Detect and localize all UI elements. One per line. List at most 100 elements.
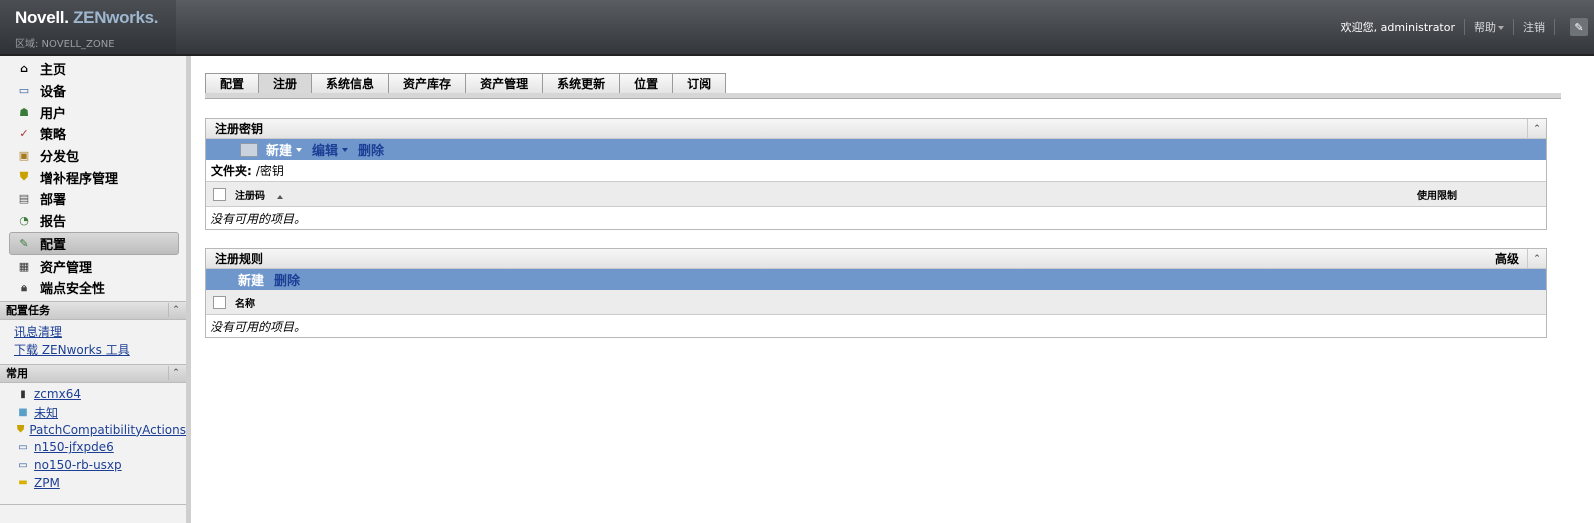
monitor-icon: ▭ [18,84,30,98]
favorites-title: 常用 [6,367,28,381]
favorite-item: ⛊ PatchCompatibilityActions [0,421,186,439]
nav-item-home[interactable]: ⌂ 主页 [0,58,186,80]
task-link-download-tools[interactable]: 下载 ZENworks 工具 [0,341,186,359]
deploy-icon: ▤ [18,192,30,206]
tab-system-info[interactable]: 系统信息 [311,73,389,94]
users-icon: ☗ [19,105,29,119]
favorite-link-zcmx64[interactable]: zcmx64 [34,387,81,401]
chevron-down-icon [296,147,303,152]
rules-toolbar: 新建 删除 [206,269,1546,290]
favorites-list: ▮ zcmx64 ■ 未知 ⛊ PatchCompatibilityActions ▭… [0,383,186,492]
panel-title: 注册规则 [215,252,264,266]
column-name[interactable]: 名称 [235,295,255,310]
tab-asset-inventory[interactable]: 资产库存 [388,73,466,94]
tab-system-updates[interactable]: 系统更新 [542,73,620,94]
column-registration-code[interactable]: 注册码 [235,187,283,202]
config-tasks-list: 讯息清理 下载 ZENworks 工具 [0,320,186,364]
wrench-icon[interactable]: ✎ [1570,18,1588,36]
new-button[interactable]: 新建 [266,140,303,159]
registration-rules-panel: 注册规则 高级 ⌃ 新建 删除 名称 没有可用的项目。 [205,248,1547,338]
tab-registration[interactable]: 注册 [258,73,312,94]
empty-message: 没有可用的项目。 [210,319,307,334]
favorites-header: 常用 ⌃ [0,363,186,383]
favorite-item: ▭ no150-rb-usxp [0,456,186,474]
tab-configuration[interactable]: 配置 [205,73,259,94]
folder-path[interactable]: /密钥 [256,162,284,179]
bundle-icon: ▣ [18,149,30,163]
monitor-icon: ▭ [18,441,28,453]
nav-item-asset-management[interactable]: ▦ 资产管理 [0,255,186,277]
collapse-icon[interactable]: ⌃ [168,366,183,381]
keys-toolbar: 新建 编辑 删除 [206,139,1546,160]
select-all-checkbox[interactable] [213,295,226,309]
tab-asset-management[interactable]: 资产管理 [465,73,543,94]
main-nav: ⌂ 主页 ▭ 设备 ☗ 用户 ✓ 策略 ▣ 分发包 ⛊ 增补程序管理 ▤ 部署 ◔ 报告 ✎ 配置… [0,56,186,299]
nav-item-policies[interactable]: ✓ 策略 [0,123,186,145]
sidebar-bottom-divider [0,504,186,505]
novell-logo[interactable]: Novell. ZENworks. [15,8,159,28]
app-header: Novell. ZENworks. 区域: NOVELL_ZONE 欢迎您, a… [0,0,1594,56]
nav-item-devices[interactable]: ▭ 设备 [0,80,186,102]
nav-item-bundles[interactable]: ▣ 分发包 [0,145,186,167]
monitor-icon: ▭ [18,459,28,471]
help-menu[interactable]: 帮助 [1474,19,1504,35]
rules-column-header: 名称 [206,290,1546,315]
task-link-message-cleanup[interactable]: 讯息清理 [0,323,186,341]
config-tasks-header: 配置任务 ⌃ [0,300,186,320]
advanced-link[interactable]: 高级 [1495,250,1519,267]
favorite-item: ▬ ZPM [0,474,186,492]
delete-button[interactable]: 删除 [274,270,300,289]
folder-label: 文件夹: [211,164,252,178]
nav-item-users[interactable]: ☗ 用户 [0,101,186,123]
select-all-checkbox[interactable] [213,187,226,201]
favorite-link-unknown[interactable]: 未知 [34,404,58,421]
policy-icon: ✓ [19,127,29,141]
nav-item-endpoint-security[interactable]: 🔒︎ 端点安全性 [0,277,186,299]
cube-icon: ■ [18,406,28,418]
chevron-down-icon [342,147,349,152]
folder-icon: ▬ [18,477,28,489]
edit-button[interactable]: 编辑 [312,140,349,159]
delete-button[interactable]: 删除 [358,140,384,159]
tab-underline [205,93,1561,99]
nav-item-deployment[interactable]: ▤ 部署 [0,188,186,210]
favorite-item: ■ 未知 [0,403,186,421]
nav-item-patch-management[interactable]: ⛊ 增补程序管理 [0,166,186,188]
tab-locations[interactable]: 位置 [619,73,673,94]
favorite-link-no150[interactable]: no150-rb-usxp [34,458,122,472]
favorite-link-patch-compat[interactable]: PatchCompatibilityActions [29,423,186,437]
lock-icon: 🔒︎ [21,280,27,294]
logout-link[interactable]: 注销 [1523,19,1545,35]
favorite-link-zpm[interactable]: ZPM [34,476,60,490]
divider [1554,19,1555,35]
header-user-bar: 欢迎您, administrator 帮助 注销 ✎ [1341,0,1594,54]
column-usage-limit[interactable]: 使用限制 [1417,187,1457,202]
welcome-text: 欢迎您, administrator [1340,21,1455,34]
panel-header: 注册密钥 ⌃ [206,119,1546,139]
zone-label: 区域: NOVELL_ZONE [15,39,115,50]
favorite-item: ▮ zcmx64 [0,386,186,404]
keys-column-header: 注册码 使用限制 [206,182,1546,207]
sidebar: ⌂ 主页 ▭ 设备 ☗ 用户 ✓ 策略 ▣ 分发包 ⛊ 增补程序管理 ▤ 部署 ◔ 报告 ✎ 配置… [0,56,191,523]
sort-ascending-icon [277,194,283,199]
new-button[interactable]: 新建 [238,270,264,289]
nav-item-configuration[interactable]: ✎ 配置 [9,231,179,256]
brand-area: Novell. ZENworks. 区域: NOVELL_ZONE [0,0,176,54]
folder-up-icon[interactable] [240,142,258,157]
shield-icon: ⛊ [16,424,25,436]
wrench-icon: ✎ [19,236,29,250]
empty-message: 没有可用的项目。 [210,211,307,226]
report-icon: ◔ [19,214,29,228]
favorite-link-n150[interactable]: n150-jfxpde6 [34,440,114,454]
nav-item-reports[interactable]: ◔ 报告 [0,210,186,232]
folder-path-row: 文件夹: /密钥 [206,160,1546,182]
chevron-down-icon [1498,26,1504,30]
collapse-icon[interactable]: ⌃ [1527,249,1546,268]
collapse-icon[interactable]: ⌃ [1527,119,1546,138]
divider [1464,19,1465,35]
tab-subscriptions[interactable]: 订阅 [672,73,727,94]
collapse-icon[interactable]: ⌃ [168,303,183,318]
registration-keys-panel: 注册密钥 ⌃ 新建 编辑 删除 文件夹: /密钥 注册码 使用限制 没有可用的项… [205,118,1547,230]
divider [1513,19,1514,35]
favorite-item: ▭ n150-jfxpde6 [0,439,186,457]
